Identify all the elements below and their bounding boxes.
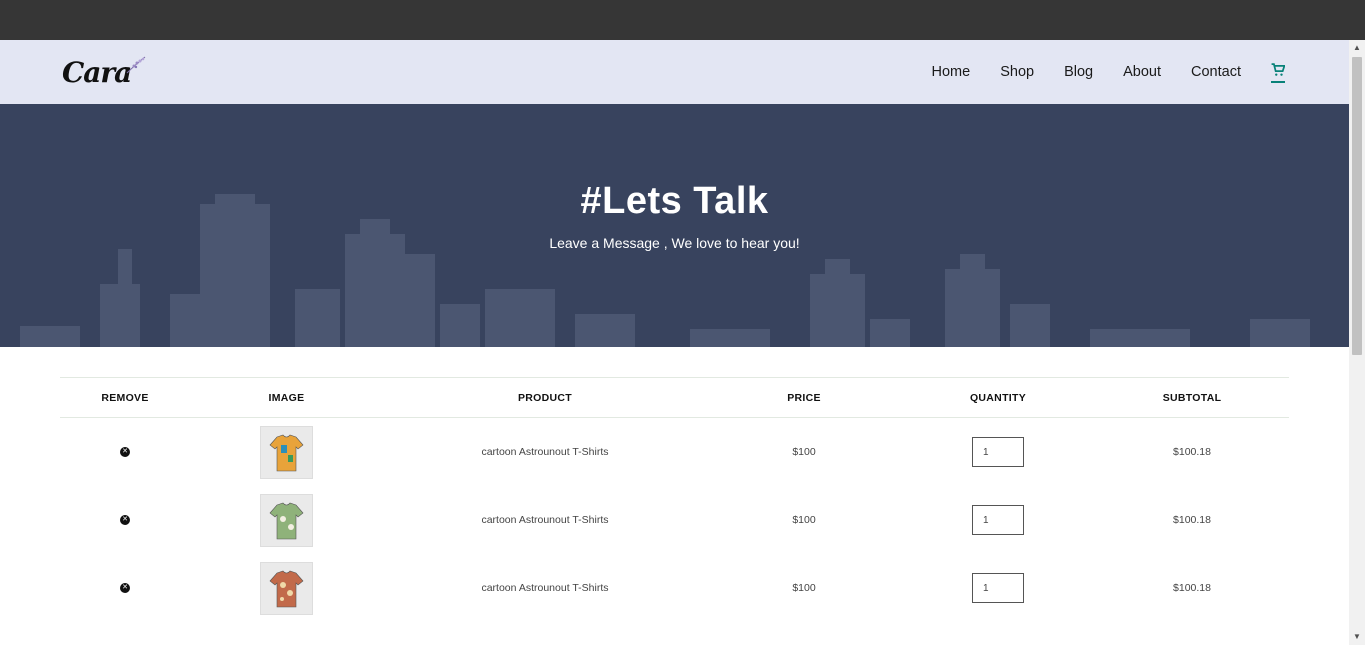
col-header-quantity: QUANTITY — [969, 391, 1027, 404]
city-skyline-image — [0, 104, 1349, 347]
page-scrollbar[interactable]: ▲ ▼ — [1349, 40, 1365, 645]
col-header-product: PRODUCT — [517, 391, 572, 404]
table-row: ✕ cartoon Astrounout T-Shirts $100 $100.… — [60, 554, 1289, 622]
col-header-remove: REMOVE — [101, 391, 149, 404]
product-thumbnail[interactable] — [260, 425, 313, 479]
product-thumbnail[interactable] — [260, 561, 313, 615]
nav-contact[interactable]: Contact — [1191, 64, 1241, 80]
page-viewport: Cara Home Shop Blog About Contact #Lets … — [0, 40, 1349, 645]
shirt-icon — [269, 434, 304, 471]
quantity-input[interactable] — [972, 505, 1024, 535]
cart-link[interactable] — [1271, 61, 1287, 83]
table-row: ✕ cartoon Astrounout T-Shirts $100 $100.… — [60, 418, 1289, 486]
banner-subtitle: Leave a Message , We love to hear you! — [549, 235, 800, 251]
quantity-input[interactable] — [972, 573, 1024, 603]
remove-item-button[interactable]: ✕ — [120, 447, 130, 457]
col-header-subtotal: SUBTOTAL — [1162, 391, 1222, 404]
contact-banner: #Lets Talk Leave a Message , We love to … — [0, 104, 1349, 347]
lavender-icon — [126, 56, 146, 74]
col-header-price: PRICE — [787, 391, 821, 404]
row-subtotal: $100.18 — [1173, 582, 1211, 594]
logo-text: Cara — [62, 55, 132, 89]
product-price: $100 — [792, 582, 816, 594]
banner-title: #Lets Talk — [580, 180, 769, 222]
cart-table: REMOVE IMAGE PRODUCT PRICE QUANTITY SUBT… — [60, 377, 1289, 622]
product-name: cartoon Astrounout T-Shirts — [481, 582, 609, 594]
shirt-icon — [269, 502, 304, 539]
remove-item-button[interactable]: ✕ — [120, 583, 130, 593]
table-header-row: REMOVE IMAGE PRODUCT PRICE QUANTITY SUBT… — [60, 377, 1289, 418]
row-subtotal: $100.18 — [1173, 514, 1211, 526]
main-nav: Home Shop Blog About Contact — [932, 40, 1287, 104]
product-name: cartoon Astrounout T-Shirts — [481, 446, 609, 458]
quantity-input[interactable] — [972, 437, 1024, 467]
scrollbar-thumb[interactable] — [1352, 57, 1362, 355]
product-thumbnail[interactable] — [260, 493, 313, 547]
shirt-icon — [269, 570, 304, 607]
shopping-cart-icon — [1271, 63, 1285, 76]
browser-top-bar — [0, 0, 1365, 40]
product-name: cartoon Astrounout T-Shirts — [481, 514, 609, 526]
nav-shop[interactable]: Shop — [1000, 64, 1034, 80]
logo[interactable]: Cara — [62, 52, 147, 92]
col-header-image: IMAGE — [268, 391, 305, 404]
remove-item-button[interactable]: ✕ — [120, 515, 130, 525]
product-price: $100 — [792, 446, 816, 458]
nav-about[interactable]: About — [1123, 64, 1161, 80]
nav-blog[interactable]: Blog — [1064, 64, 1093, 80]
scroll-down-arrow-icon[interactable]: ▼ — [1349, 629, 1365, 645]
site-header: Cara Home Shop Blog About Contact — [0, 40, 1349, 104]
table-row: ✕ cartoon Astrounout T-Shirts $100 $100.… — [60, 486, 1289, 554]
nav-home[interactable]: Home — [932, 64, 971, 80]
scroll-up-arrow-icon[interactable]: ▲ — [1349, 40, 1365, 56]
row-subtotal: $100.18 — [1173, 446, 1211, 458]
product-price: $100 — [792, 514, 816, 526]
